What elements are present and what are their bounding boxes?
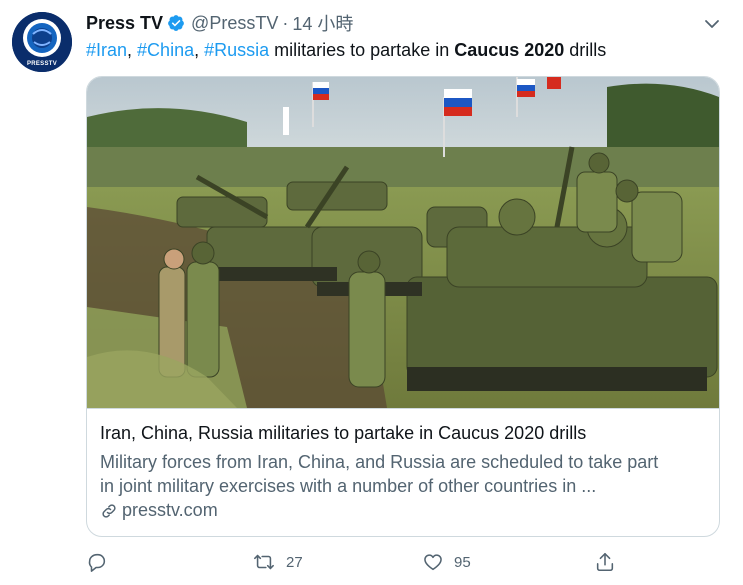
tweet-text-end: drills (564, 40, 607, 60)
tweet-text: #Iran, #China, #Russia militaries to par… (86, 40, 606, 61)
avatar[interactable]: PRESSTV (12, 12, 72, 72)
comma: , (127, 40, 138, 60)
like-button[interactable]: 95 (422, 548, 471, 576)
more-options-button[interactable] (701, 13, 723, 35)
header-separator: · (282, 12, 289, 33)
card-description-line: Military forces from Iran, China, and Ru… (100, 452, 659, 472)
hashtag-russia[interactable]: #Russia (204, 40, 269, 60)
hashtag-china[interactable]: #China (137, 40, 194, 60)
tweet-actions: 27 95 (86, 548, 626, 576)
share-button[interactable] (594, 548, 616, 576)
verified-badge-icon (168, 15, 184, 31)
card-description: Military forces from Iran, China, and Ru… (100, 450, 710, 498)
reply-button[interactable] (86, 548, 108, 576)
heart-icon (424, 554, 442, 571)
handle[interactable]: @PressTV (191, 13, 278, 34)
comma: , (194, 40, 205, 60)
share-icon (596, 552, 614, 572)
retweet-button[interactable]: 27 (252, 548, 303, 576)
card-description-line: in joint military exercises with a numbe… (100, 476, 597, 496)
link-card[interactable]: Iran, China, Russia militaries to partak… (86, 76, 720, 537)
card-domain-text: presstv.com (122, 500, 218, 520)
retweet-count: 27 (286, 553, 303, 571)
display-name[interactable]: Press TV (86, 13, 163, 34)
tweet-header: Press TV @PressTV · 14 小時 (86, 10, 353, 36)
card-divider (87, 408, 719, 409)
tweet-text-middle: militaries to partake in (269, 40, 455, 60)
hashtag-iran[interactable]: #Iran (86, 40, 127, 60)
card-domain[interactable]: presstv.com (100, 500, 218, 521)
tweet-text-bold: Caucus 2020 (454, 40, 565, 60)
tweet-article[interactable]: PRESSTV Press TV @PressTV · 14 小時 #Iran,… (0, 0, 743, 585)
link-icon (102, 503, 116, 518)
like-count: 95 (454, 553, 471, 571)
timestamp[interactable]: 14 小時 (292, 10, 353, 36)
retweet-icon (254, 554, 274, 570)
avatar-label: PRESSTV (26, 61, 58, 67)
reply-icon (88, 553, 106, 572)
card-image[interactable] (87, 77, 719, 408)
card-title[interactable]: Iran, China, Russia militaries to partak… (100, 423, 586, 444)
chevron-down-icon (705, 20, 719, 28)
